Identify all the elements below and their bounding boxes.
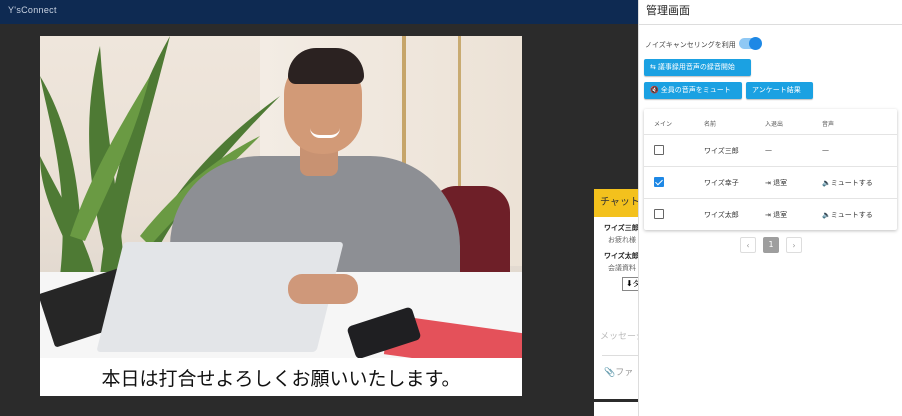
exit-icon: ⇥ <box>765 211 774 219</box>
download-icon: ⬇ <box>626 279 633 288</box>
mute-participant-button[interactable]: 🔈ミュートする <box>822 178 873 188</box>
current-page-button[interactable]: 1 <box>763 237 779 253</box>
mute-icon: 🔈 <box>822 211 831 219</box>
participants-table: メイン 名前 入退出 音声 ワイズ三郎 — — ワイズ幸子 ⇥ 退室 🔈ミュート… <box>644 109 897 230</box>
audio-status: — <box>822 146 829 154</box>
mute-icon: 🔇 <box>650 86 659 94</box>
video-frame: 本日は打合せよろしくお願いいたします。 <box>40 36 522 396</box>
subtitle-caption: 本日は打合せよろしくお願いいたします。 <box>101 368 461 390</box>
exit-status: — <box>765 146 772 154</box>
kick-button[interactable]: ⇥ 退室 <box>765 178 787 188</box>
survey-results-button[interactable]: アンケート結果 <box>746 82 813 99</box>
column-header-main: メイン <box>654 121 673 128</box>
paperclip-icon: 📎 <box>604 368 616 378</box>
main-checkbox[interactable] <box>654 177 664 187</box>
mute-participant-button[interactable]: 🔈ミュートする <box>822 210 873 220</box>
admin-title: 管理画面 <box>646 4 690 17</box>
noise-cancel-label: ノイズキャンセリングを利用 <box>645 41 736 49</box>
column-header-name: 名前 <box>704 121 717 128</box>
column-header-exit: 入退出 <box>765 121 784 128</box>
noise-cancel-toggle[interactable] <box>739 37 762 50</box>
mute-icon: 🔈 <box>822 179 831 187</box>
participant-video <box>40 36 522 358</box>
record-audio-button[interactable]: ⇆ 議事録用音声の録音開始 <box>644 59 751 76</box>
main-checkbox[interactable] <box>654 145 664 155</box>
attach-file-button[interactable]: 📎ファ <box>604 365 633 378</box>
participant-name: ワイズ太郎 <box>704 211 739 219</box>
next-page-button[interactable]: › <box>786 237 802 253</box>
mute-all-button[interactable]: 🔇 全員の音声をミュート <box>644 82 742 99</box>
record-icon: ⇆ <box>650 63 656 71</box>
participant-name: ワイズ幸子 <box>704 179 739 187</box>
main-checkbox[interactable] <box>654 209 664 219</box>
column-header-audio: 音声 <box>822 121 835 128</box>
admin-panel: 管理画面 ノイズキャンセリングを利用 ⇆ 議事録用音声の録音開始 🔇 全員の音声をミ… <box>638 0 902 416</box>
exit-icon: ⇥ <box>765 179 774 187</box>
participant-name: ワイズ三郎 <box>704 147 739 155</box>
kick-button[interactable]: ⇥ 退室 <box>765 210 787 220</box>
prev-page-button[interactable]: ‹ <box>740 237 756 253</box>
app-title: Y'sConnect <box>8 5 57 15</box>
